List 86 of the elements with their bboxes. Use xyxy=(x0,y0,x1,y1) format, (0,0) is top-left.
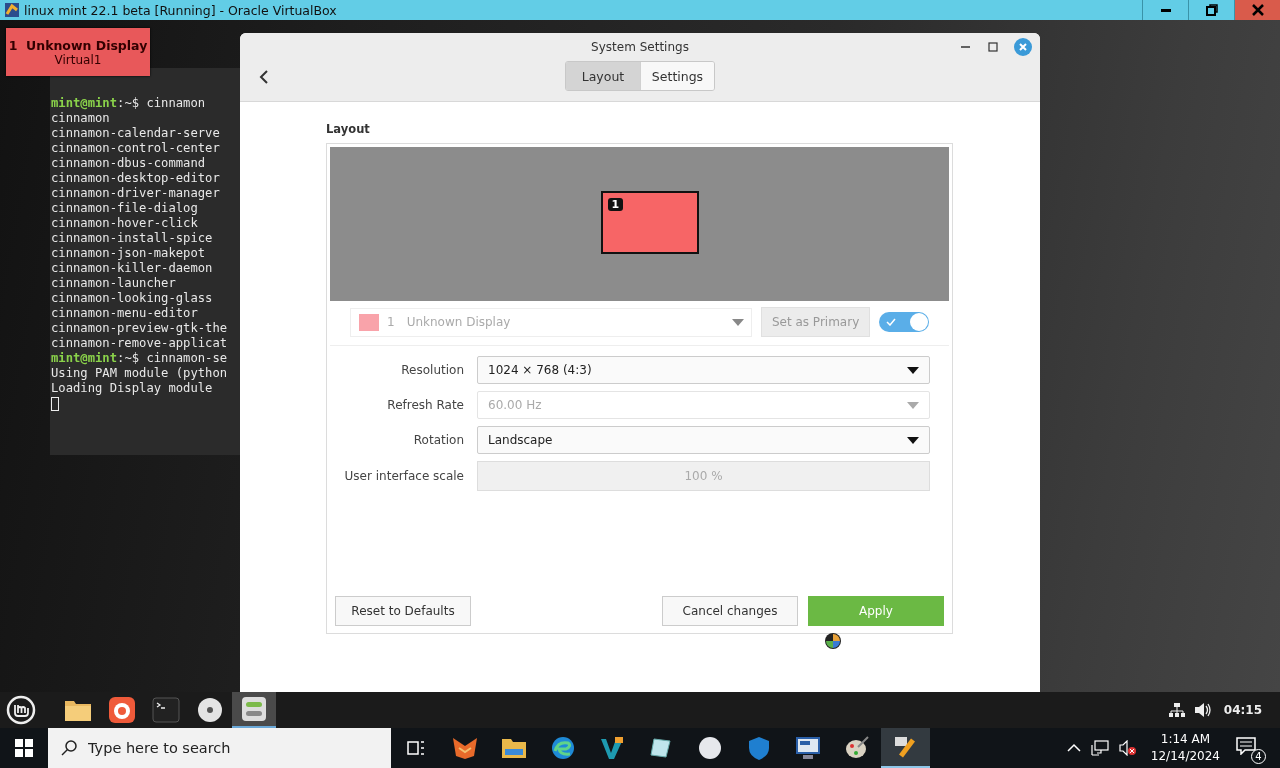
window-title: linux mint 22.1 beta [Running] - Oracle VirtualBox xyxy=(24,2,337,18)
reset-button[interactable]: Reset to Defaults xyxy=(335,596,471,626)
terminal-line: mint@mint:~$ cinnamon xyxy=(51,96,206,111)
taskbar-app[interactable] xyxy=(881,728,930,768)
tab[interactable]: Settings xyxy=(640,62,714,90)
terminal-line: cinnamon-looking-glass xyxy=(51,291,213,306)
terminal-line: cinnamon-file-dialog xyxy=(51,201,198,216)
launcher-button[interactable] xyxy=(232,692,276,728)
check-icon xyxy=(886,318,897,326)
dropdown[interactable]: 1024 × 768 (4:3) xyxy=(477,356,930,384)
field-label: Resolution xyxy=(400,363,464,377)
cancel-button[interactable]: Cancel changes xyxy=(662,596,798,626)
terminal-line: cinnamon-preview-gtk-the xyxy=(51,321,228,336)
browser-icon xyxy=(549,735,576,761)
maximize-icon xyxy=(987,41,999,53)
minimize-icon xyxy=(1160,8,1171,12)
display-connector: Virtual1 xyxy=(54,52,102,67)
terminal-line: cinnamon-json-makepot xyxy=(51,246,206,261)
clock: 04:15 xyxy=(1223,703,1262,717)
field-label: Refresh Rate xyxy=(386,398,464,412)
back-icon xyxy=(258,70,270,84)
terminal-line: Loading Display module xyxy=(51,381,213,396)
terminal-line: cinnamon-killer-daemon xyxy=(51,261,213,276)
windows-logo-icon xyxy=(15,739,33,757)
minimize-icon xyxy=(960,46,970,48)
disc-icon xyxy=(196,696,224,724)
browser-icon xyxy=(108,696,136,724)
section-title: Layout xyxy=(326,122,371,136)
terminal-line: cinnamon-desktop-editor xyxy=(51,171,220,186)
fox-icon xyxy=(451,736,478,760)
terminal-line: cinnamon-install-spice xyxy=(51,231,213,246)
terminal-line: cinnamon-dbus-command xyxy=(51,156,206,171)
search-icon xyxy=(60,739,78,757)
terminal-line: cinnamon-control-center xyxy=(51,141,220,156)
terminal-line: cinnamon xyxy=(51,111,110,126)
terminal-line: Using PAM module (python xyxy=(51,366,228,381)
v-logo-icon xyxy=(598,735,625,761)
caret-icon xyxy=(907,436,919,444)
task-view-icon xyxy=(405,739,426,757)
caret-icon xyxy=(907,401,919,409)
toggle-settings-icon xyxy=(240,695,268,723)
palette-icon xyxy=(843,735,870,761)
clock-date[interactable]: 12/14/2024 xyxy=(1150,748,1220,765)
volume-muted-icon[interactable] xyxy=(1118,740,1137,756)
mint-logo-icon xyxy=(6,695,36,725)
caret-icon xyxy=(731,318,744,326)
notification-icon[interactable] xyxy=(1236,737,1256,755)
terminal-line: mint@mint:~$ cinnamon-se xyxy=(51,351,228,366)
display-name: 1 Unknown Display xyxy=(8,37,148,53)
field-label: Rotation xyxy=(412,433,464,447)
computer-icon xyxy=(793,735,822,761)
terminal-line: cinnamon-calendar-serve xyxy=(51,126,220,141)
folder-icon xyxy=(64,698,92,722)
terminal-line: cinnamon-launcher xyxy=(51,276,176,291)
close-button[interactable] xyxy=(1234,0,1280,20)
toggle-switch[interactable] xyxy=(879,312,929,332)
terminal-icon xyxy=(152,697,180,723)
sphere-icon xyxy=(696,735,723,761)
busy-cursor-icon xyxy=(824,632,842,650)
notepad-icon xyxy=(647,735,674,761)
close-icon xyxy=(1250,3,1265,17)
maximize-button[interactable] xyxy=(986,40,1000,54)
network-icon xyxy=(1167,702,1186,718)
tab[interactable]: Layout xyxy=(566,62,640,90)
terminal-line: cinnamon-remove-applicat xyxy=(51,336,228,351)
monitor-drawing[interactable]: 1 xyxy=(600,191,699,254)
search-field[interactable]: Type here to search xyxy=(48,728,391,768)
close-button[interactable] xyxy=(1014,38,1032,56)
terminal-line: cinnamon-hover-click xyxy=(51,216,198,231)
clock-time[interactable]: 1:14 AM xyxy=(1160,731,1211,748)
cursor-icon xyxy=(51,397,59,411)
field-label: User interface scale xyxy=(343,469,464,483)
folder-icon xyxy=(500,737,527,759)
caret-icon xyxy=(907,366,919,374)
close-icon xyxy=(1018,42,1028,52)
notification-count-badge: 4 xyxy=(1251,749,1266,764)
restore-icon xyxy=(1204,3,1219,17)
dropdown[interactable]: Landscape xyxy=(477,426,930,454)
network-icon[interactable] xyxy=(1090,740,1109,756)
terminal-line: cinnamon-menu-editor xyxy=(51,306,198,321)
monitor-number: 1 xyxy=(607,198,624,211)
volume-icon xyxy=(1193,702,1212,718)
terminal-line: cinnamon-driver-manager xyxy=(51,186,220,201)
cube-icon xyxy=(4,2,20,18)
window-title: System Settings xyxy=(591,40,689,54)
chevron-up-icon[interactable] xyxy=(1066,743,1081,753)
